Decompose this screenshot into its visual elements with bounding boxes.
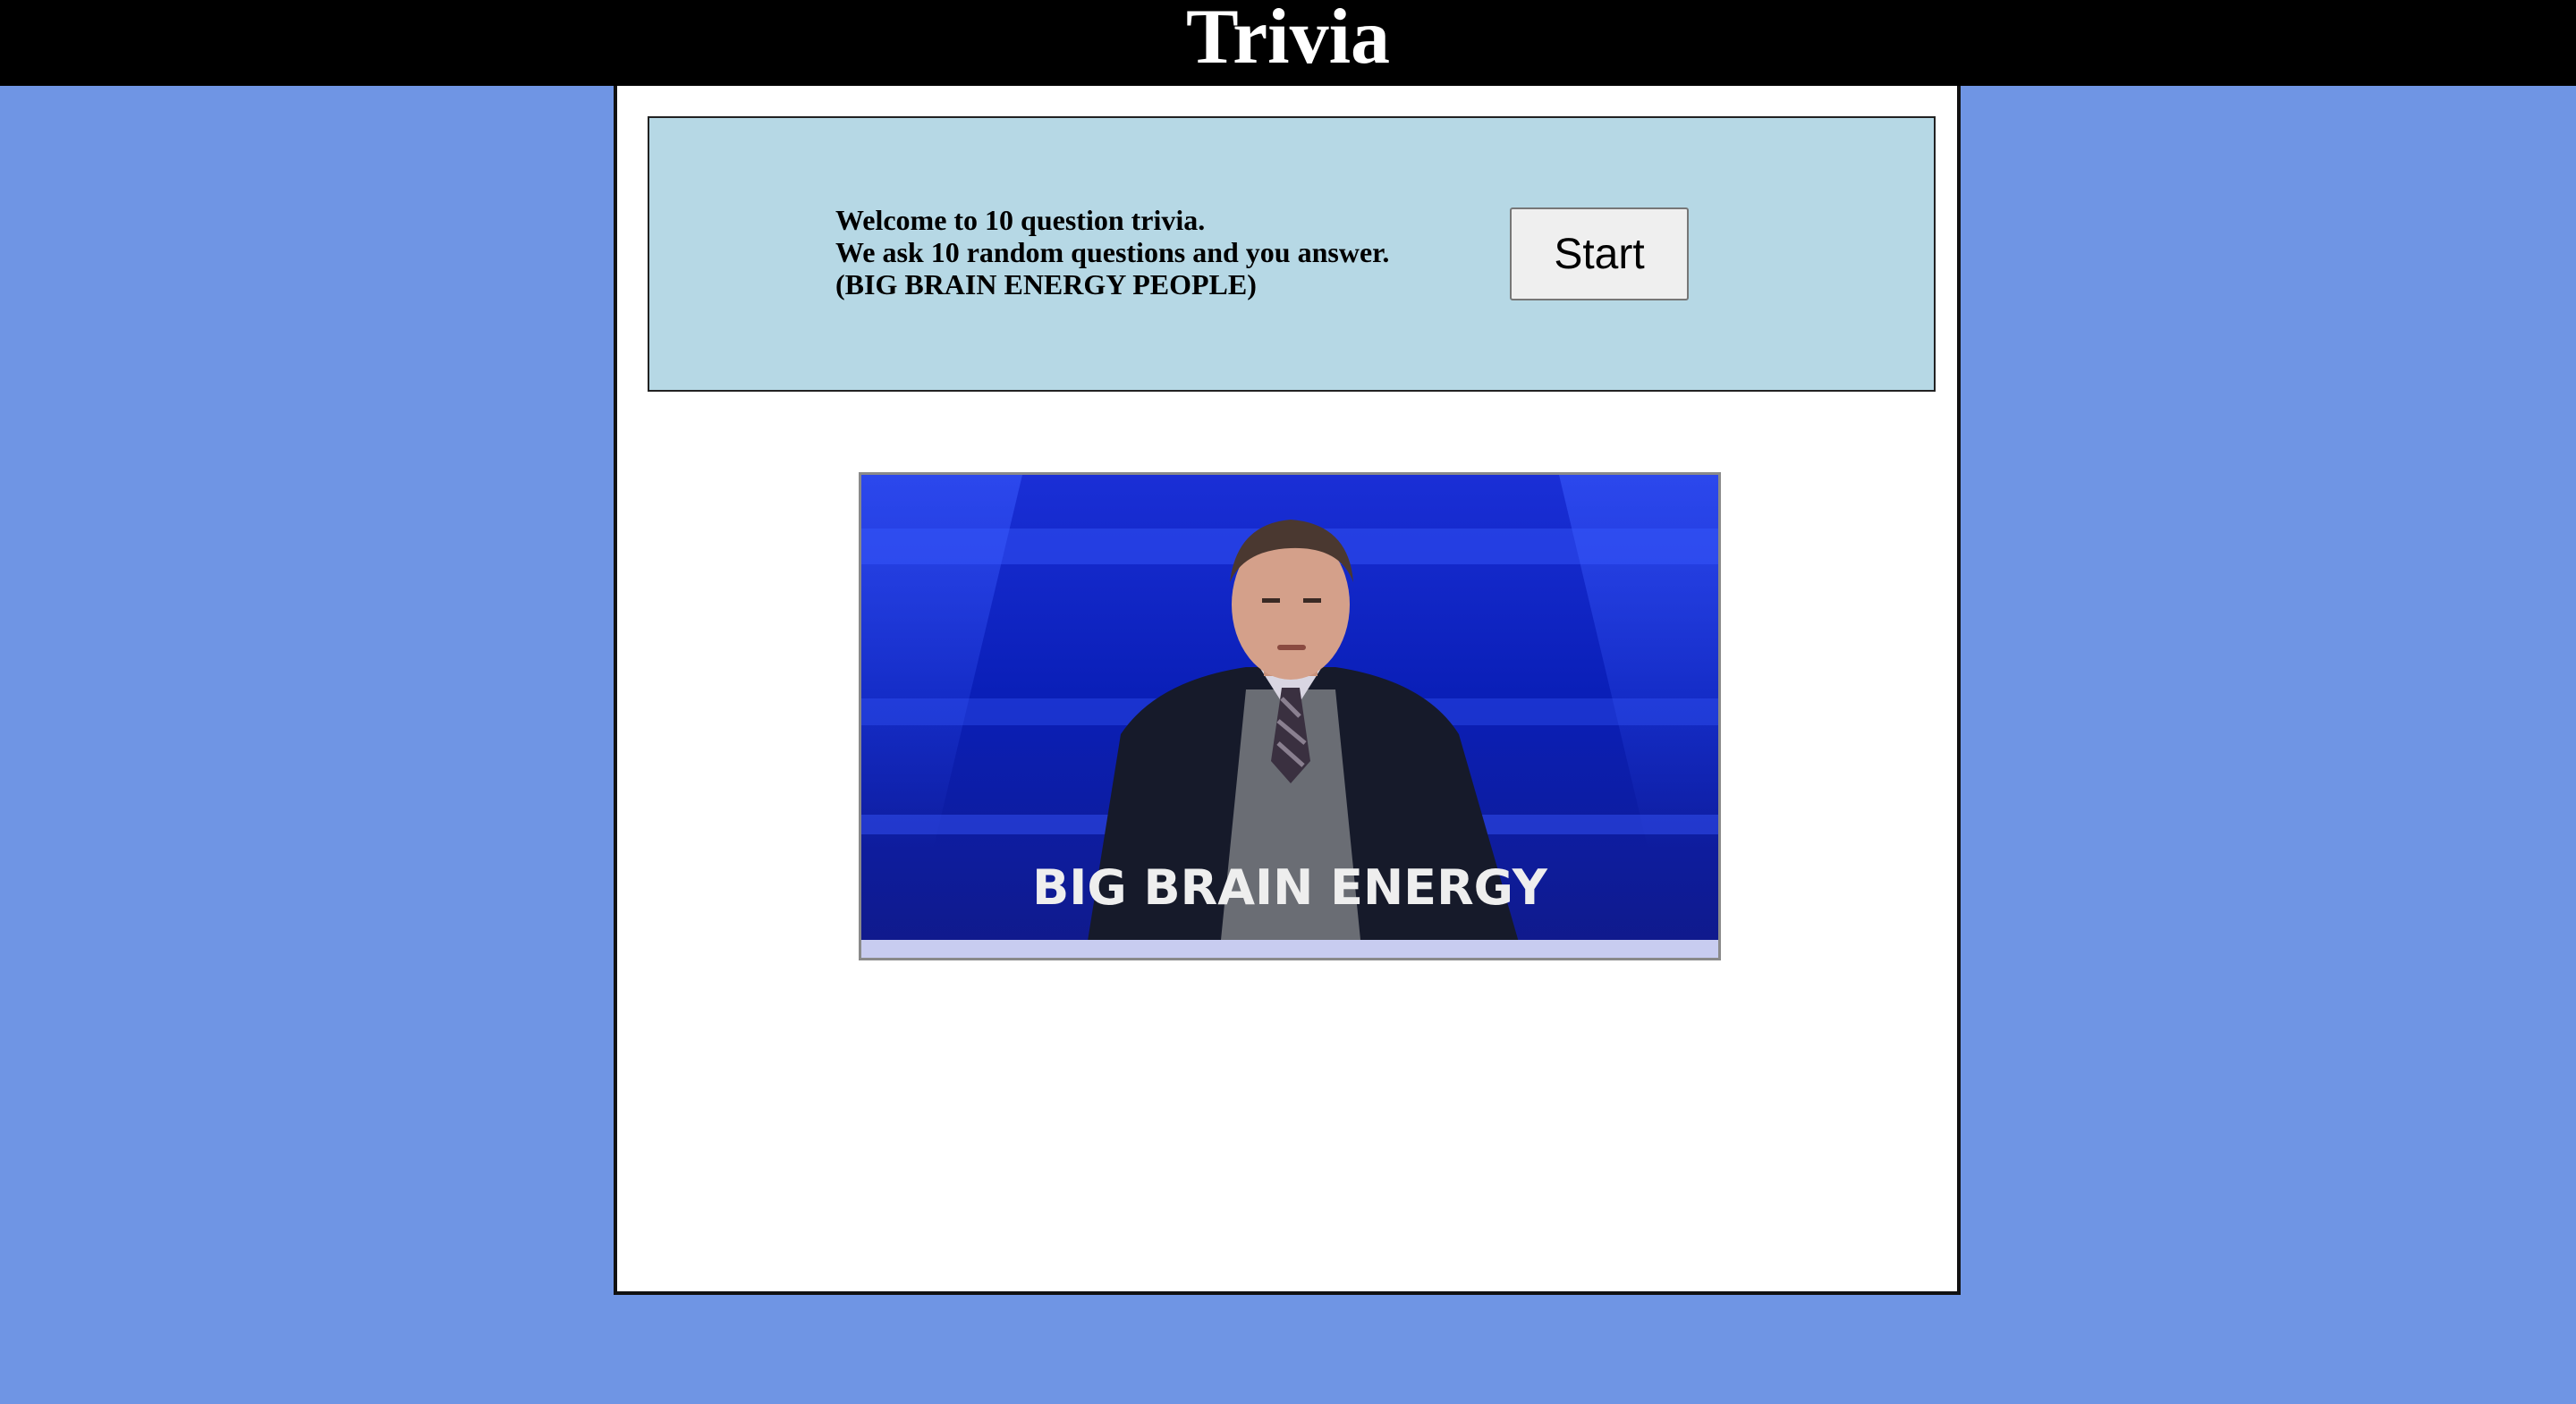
welcome-box: Welcome to 10 question trivia. We ask 10…	[648, 116, 1936, 392]
big-brain-energy-gif: BIG BRAIN ENERGY	[859, 472, 1721, 960]
welcome-text: Welcome to 10 question trivia. We ask 10…	[835, 204, 1389, 300]
page-header: Trivia	[0, 0, 2576, 86]
page-title: Trivia	[1185, 0, 1391, 80]
welcome-line-3: (BIG BRAIN ENERGY PEOPLE)	[835, 268, 1257, 300]
gif-caption: BIG BRAIN ENERGY	[1032, 859, 1548, 916]
welcome-line-1: Welcome to 10 question trivia.	[835, 204, 1206, 236]
gif-image: BIG BRAIN ENERGY	[861, 475, 1718, 958]
start-button[interactable]: Start	[1510, 207, 1689, 300]
welcome-line-2: We ask 10 random questions and you answe…	[835, 236, 1390, 268]
main-panel: Welcome to 10 question trivia. We ask 10…	[614, 86, 1961, 1295]
